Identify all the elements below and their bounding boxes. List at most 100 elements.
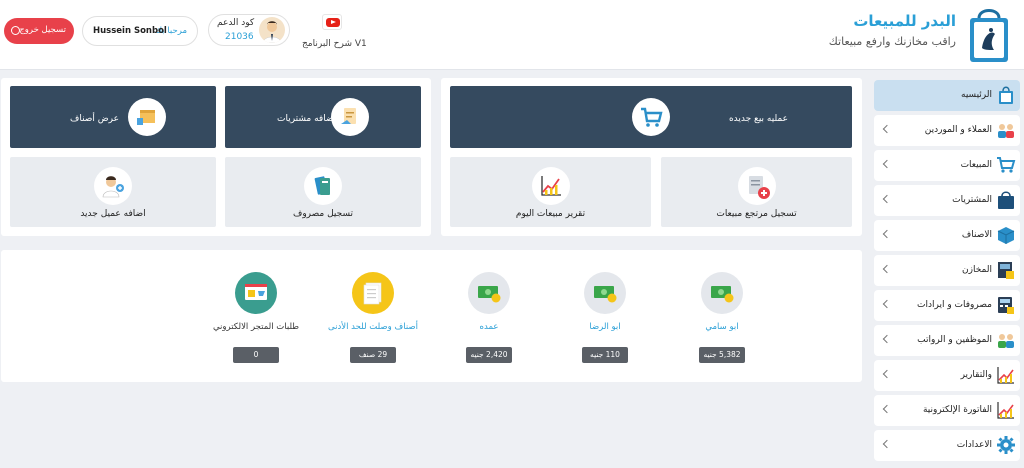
- boxes-icon: [996, 225, 1016, 245]
- add-expense-label: تسجيل مصروف: [292, 209, 353, 219]
- sidebar-item-label: المبيعات: [960, 160, 992, 170]
- add-customer-button[interactable]: اضافه عميل جديد: [10, 157, 216, 227]
- sidebar-item-label: الرئيسيه: [961, 90, 992, 100]
- sidebar-item-e-invoice[interactable]: الفاتورة الإلكترونية: [874, 395, 1020, 426]
- support-code: 21036: [225, 32, 254, 42]
- purchase-invoice-icon: [331, 98, 369, 136]
- money-icon: [701, 272, 743, 314]
- cart-circle-icon: [632, 98, 670, 136]
- sidebar-item-customers-suppliers[interactable]: العملاء و الموردين: [874, 115, 1020, 146]
- chart-icon: [996, 365, 1016, 385]
- sidebar-item-expenses-revenues[interactable]: مصروفات و ايرادات: [874, 290, 1020, 321]
- view-items-button[interactable]: عرض أصناف: [10, 86, 216, 148]
- top-header: البدر للمبيعات راقب مخازنك وارفع مبيعاتك…: [0, 0, 1024, 70]
- bag-icon: [996, 190, 1016, 210]
- stat-value: 29 صنف: [350, 347, 396, 363]
- stat-value: 5,382 جنيه: [699, 347, 745, 363]
- stat-card[interactable]: عمده 2,420 جنيه: [444, 272, 534, 368]
- sidebar-item-label: مصروفات و ايرادات: [917, 300, 992, 310]
- sales-return-button[interactable]: تسجيل مرتجع مبيعات: [661, 157, 852, 227]
- new-sale-button[interactable]: عمليه بيع جديده: [450, 86, 852, 148]
- tutorial-link[interactable]: شرح البرنامج V1: [302, 14, 367, 54]
- stat-value: 110 جنيه: [582, 347, 628, 363]
- logout-button[interactable]: تسجيل خروج: [4, 18, 74, 44]
- stat-card[interactable]: ابو سامي 5,382 جنيه: [677, 272, 767, 368]
- sidebar-item-label: الموظفين و الرواتب: [917, 335, 992, 345]
- chevron-icon: [882, 439, 892, 449]
- add-expense-button[interactable]: تسجيل مصروف: [225, 157, 421, 227]
- stat-name: طلبات المتجر الالكتروني: [212, 322, 300, 332]
- stat-card[interactable]: أصناف وصلت للحد الأدنى 29 صنف: [328, 272, 418, 368]
- sidebar-item-label: الاصناف: [961, 230, 992, 240]
- employees-icon: [996, 330, 1016, 350]
- gear-icon: [996, 435, 1016, 455]
- chevron-icon: [882, 159, 892, 169]
- expense-cards-icon: [304, 167, 342, 205]
- money-icon: [584, 272, 626, 314]
- chevron-icon: [882, 299, 892, 309]
- sidebar-item-settings[interactable]: الاعدادات: [874, 430, 1020, 461]
- welcome-box: مرحبا بك Hussein Sonbol: [82, 16, 198, 46]
- sidebar-item-sales[interactable]: المبيعات: [874, 150, 1020, 181]
- chevron-icon: [882, 334, 892, 344]
- money-icon: [468, 272, 510, 314]
- daily-sales-report-button[interactable]: تقرير مبيعات اليوم: [450, 157, 651, 227]
- sales-return-label: تسجيل مرتجع مبيعات: [716, 209, 797, 219]
- stat-name: ابو الرضا: [589, 322, 621, 332]
- power-icon: [11, 26, 20, 35]
- stats-panel: ابو سامي 5,382 جنيه ابو الرضا 110 جنيه ع…: [1, 250, 862, 382]
- add-customer-label: اضافه عميل جديد: [80, 209, 146, 219]
- stat-value: 0: [233, 347, 279, 363]
- new-sale-label: عمليه بيع جديده: [728, 114, 788, 124]
- chevron-icon: [882, 194, 892, 204]
- sidebar-item-label: والتقارير: [960, 370, 992, 380]
- sidebar-item-items[interactable]: الاصناف: [874, 220, 1020, 251]
- stat-name: ابو سامي: [705, 322, 739, 332]
- stat-name: أصناف وصلت للحد الأدنى: [328, 322, 418, 332]
- user-name: Hussein Sonbol: [93, 26, 167, 36]
- cart-icon: [996, 155, 1016, 175]
- chevron-icon: [882, 264, 892, 274]
- brand-title: البدر للمبيعات: [853, 12, 956, 30]
- view-items-label: عرض أصناف: [70, 114, 120, 124]
- tutorial-label: شرح البرنامج V1: [302, 39, 367, 49]
- youtube-icon: [322, 14, 342, 30]
- brand-logo[interactable]: [962, 4, 1016, 66]
- sidebar-item-label: الاعدادات: [956, 440, 992, 450]
- add-customer-icon: [94, 167, 132, 205]
- support-label: كود الدعم: [217, 18, 255, 28]
- add-purchases-button[interactable]: اضافه مشتريات: [225, 86, 421, 148]
- daily-report-label: تقرير مبيعات اليوم: [515, 209, 586, 219]
- logout-label: تسجيل خروج: [19, 25, 66, 35]
- chevron-icon: [882, 404, 892, 414]
- sidebar-item-reports[interactable]: والتقارير: [874, 360, 1020, 391]
- sidebar-item-purchases[interactable]: المشتريات: [874, 185, 1020, 216]
- sidebar-item-label: المخازن: [962, 265, 992, 275]
- people-icon: [996, 120, 1016, 140]
- return-doc-icon: [737, 167, 776, 205]
- stat-name: عمده: [479, 322, 499, 332]
- stat-card[interactable]: طلبات المتجر الالكتروني 0: [211, 272, 301, 368]
- stat-card[interactable]: ابو الرضا 110 جنيه: [560, 272, 650, 368]
- sidebar-item-label: العملاء و الموردين: [924, 125, 992, 135]
- sidebar-item-employees-salaries[interactable]: الموظفين و الرواتب: [874, 325, 1020, 356]
- sales-actions-panel: عمليه بيع جديده تسجيل مرتجع مبيعات تقرير…: [441, 78, 862, 236]
- online-store-icon: [235, 272, 277, 314]
- report-chart-icon: [531, 167, 570, 205]
- papers-icon: [352, 272, 394, 314]
- brand-subtitle: راقب مخازنك وارفع مبيعاتك: [828, 35, 956, 48]
- chevron-icon: [882, 229, 892, 239]
- chevron-icon: [882, 124, 892, 134]
- support-avatar-icon: [259, 17, 285, 43]
- operations-panel: اضافه مشتريات عرض أصناف تسجيل مصروف اضاف…: [1, 78, 431, 236]
- chevron-icon: [882, 369, 892, 379]
- home-bag-icon: [996, 85, 1016, 105]
- sidebar-item-warehouses[interactable]: المخازن: [874, 255, 1020, 286]
- warehouse-icon: [996, 260, 1016, 280]
- sidebar-item-home[interactable]: الرئيسيه: [874, 80, 1020, 111]
- support-code-box: كود الدعم 21036: [208, 14, 290, 46]
- invoice-chart-icon: [996, 400, 1016, 420]
- stat-value: 2,420 جنيه: [466, 347, 512, 363]
- add-purchases-label: اضافه مشتريات: [277, 114, 337, 124]
- calculator-icon: [996, 295, 1016, 315]
